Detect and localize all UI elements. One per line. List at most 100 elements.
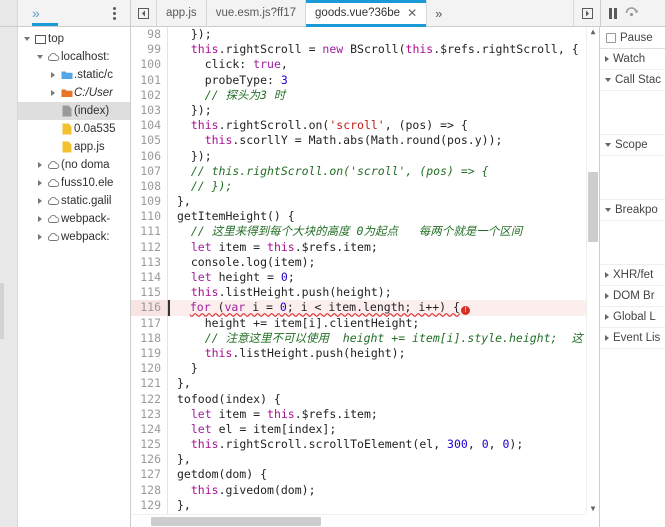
debugger-section-watch[interactable]: Watch (600, 49, 665, 70)
line-number[interactable]: 122 (131, 391, 168, 407)
line-number[interactable]: 120 (131, 361, 168, 377)
tree-item-localhost[interactable]: localhost: (18, 48, 130, 66)
code-text[interactable]: this.rightScroll.scrollToElement(el, 300… (168, 437, 523, 452)
code-text[interactable]: height += item[i].clientHeight; (168, 316, 420, 331)
line-number[interactable]: 100 (131, 57, 168, 73)
code-text[interactable]: probeType: 3 (168, 73, 288, 88)
code-text[interactable]: // 探头为3 时 (168, 88, 286, 103)
code-text[interactable]: let item = this.$refs.item; (168, 240, 378, 255)
tree-item-static-galil[interactable]: static.galil (18, 192, 130, 210)
code-text[interactable]: let item = this.$refs.item; (168, 407, 378, 422)
pause-on-exceptions-row[interactable]: Pause (600, 27, 665, 49)
tree-item-webpack[interactable]: webpack- (18, 210, 130, 228)
code-text[interactable]: }); (168, 27, 212, 42)
line-number[interactable]: 116 (131, 300, 168, 316)
line-number[interactable]: 105 (131, 133, 168, 149)
line-number[interactable]: 112 (131, 239, 168, 255)
code-text[interactable]: }); (168, 149, 212, 164)
code-text[interactable]: }); (168, 103, 212, 118)
line-number[interactable]: 111 (131, 224, 168, 240)
code-text[interactable]: this.rightScroll.on('scroll', (pos) => { (168, 118, 468, 133)
debugger-section-xhr-fet[interactable]: XHR/fet (600, 265, 665, 286)
tree-item-fuss10-ele[interactable]: fuss10.ele (18, 174, 130, 192)
line-number[interactable]: 121 (131, 376, 168, 392)
code-text[interactable]: let el = item[index]; (168, 422, 336, 437)
line-number[interactable]: 106 (131, 148, 168, 164)
line-number[interactable]: 113 (131, 254, 168, 270)
line-number[interactable]: 118 (131, 330, 168, 346)
tab-scroll-left-button[interactable] (131, 0, 157, 26)
scroll-up-arrow-icon[interactable]: ▲ (591, 27, 596, 37)
error-marker-icon[interactable]: ! (460, 306, 470, 316)
close-icon[interactable]: ✕ (407, 7, 417, 19)
debugger-section-call-stac[interactable]: Call Stac (600, 70, 665, 91)
chevron-right-icon[interactable] (33, 234, 46, 240)
line-number[interactable]: 129 (131, 497, 168, 513)
code-text[interactable]: // 这里来得到每个大块的高度 0为起点 每两个就是一个区间 (168, 224, 522, 239)
chevron-right-icon[interactable] (46, 90, 59, 96)
tab-app-js[interactable]: app.js (157, 0, 207, 26)
navigator-more-tabs-icon[interactable]: » (18, 6, 46, 20)
pause-on-exceptions-checkbox[interactable] (606, 32, 616, 43)
line-number[interactable]: 104 (131, 118, 168, 134)
line-number[interactable]: 103 (131, 102, 168, 119)
line-number[interactable]: 107 (131, 163, 168, 179)
tree-item-no-doma[interactable]: (no doma (18, 156, 130, 174)
code-text[interactable]: for (var i = 0; i < item.length; i++) {! (168, 300, 470, 316)
navigator-file-tree[interactable]: top localhost: .static/c C:/User (index) 0.0a… (18, 27, 131, 527)
line-number[interactable]: 126 (131, 452, 168, 468)
tree-item-static-c[interactable]: .static/c (18, 66, 130, 84)
line-number[interactable]: 98 (131, 27, 168, 43)
tab-goods-vue[interactable]: goods.vue?36be ✕ (306, 0, 428, 27)
line-number[interactable]: 123 (131, 406, 168, 422)
code-text[interactable]: }, (168, 376, 191, 391)
editor-vertical-scroll-thumb[interactable] (588, 172, 598, 242)
editor-vertical-scrollbar[interactable]: ▲ ▼ (586, 27, 599, 514)
line-number[interactable]: 117 (131, 315, 168, 331)
code-text[interactable]: // this.rightScroll.on('scroll', (pos) =… (168, 164, 489, 179)
chevron-down-icon[interactable] (33, 55, 46, 59)
navigator-menu-icon[interactable] (113, 6, 130, 20)
line-number[interactable]: 119 (131, 345, 168, 362)
code-text[interactable]: let height = 0; (168, 270, 295, 285)
line-number[interactable]: 128 (131, 482, 168, 498)
code-text[interactable]: getdom(dom) { (168, 467, 267, 482)
tab-scroll-right-button[interactable] (574, 0, 600, 26)
tree-item-index[interactable]: (index) (18, 102, 130, 120)
line-number[interactable]: 115 (131, 285, 168, 301)
code-text[interactable]: tofood(index) { (168, 392, 281, 407)
debugger-section-global-l[interactable]: Global L (600, 307, 665, 328)
code-text[interactable]: this.rightScroll = new BScroll(this.$ref… (168, 42, 579, 57)
line-number[interactable]: 110 (131, 209, 168, 225)
line-number[interactable]: 102 (131, 87, 168, 103)
line-number[interactable]: 114 (131, 270, 168, 286)
line-number[interactable]: 101 (131, 72, 168, 88)
line-number[interactable]: 127 (131, 467, 168, 483)
debugger-section-dom-br[interactable]: DOM Br (600, 286, 665, 307)
debugger-section-event-lis[interactable]: Event Lis (600, 328, 665, 349)
line-number[interactable]: 108 (131, 178, 168, 195)
chevron-down-icon[interactable] (20, 37, 33, 41)
editor-horizontal-scroll-thumb[interactable] (151, 517, 321, 526)
chevron-right-icon[interactable] (33, 216, 46, 222)
chevron-right-icon[interactable] (33, 162, 46, 168)
code-text[interactable]: } (168, 361, 198, 376)
editor-horizontal-scrollbar[interactable] (131, 514, 586, 527)
debugger-section-breakpo[interactable]: Breakpo (600, 200, 665, 221)
step-over-icon[interactable] (624, 4, 639, 22)
code-text[interactable]: this.givedom(dom); (168, 483, 316, 498)
tab-overflow-icon[interactable]: » (427, 0, 450, 26)
tree-item-app-js[interactable]: app.js (18, 138, 130, 156)
tree-item-c-user[interactable]: C:/User (18, 84, 130, 102)
chevron-right-icon[interactable] (33, 180, 46, 186)
code-text[interactable]: this.listHeight.push(height); (168, 346, 406, 361)
code-text[interactable]: }, (168, 498, 191, 513)
code-text[interactable]: getItemHeight() { (168, 209, 295, 224)
tree-item-webpack[interactable]: webpack: (18, 228, 130, 246)
code-text[interactable]: }, (168, 452, 191, 467)
code-text[interactable]: }, (168, 194, 191, 209)
tab-vue-esm-js[interactable]: vue.esm.js?ff17 (207, 0, 307, 26)
chevron-right-icon[interactable] (46, 72, 59, 78)
pause-icon[interactable] (609, 7, 617, 19)
code-text[interactable]: // 注意这里不可以使用 height += item[i].style.hei… (168, 331, 583, 346)
